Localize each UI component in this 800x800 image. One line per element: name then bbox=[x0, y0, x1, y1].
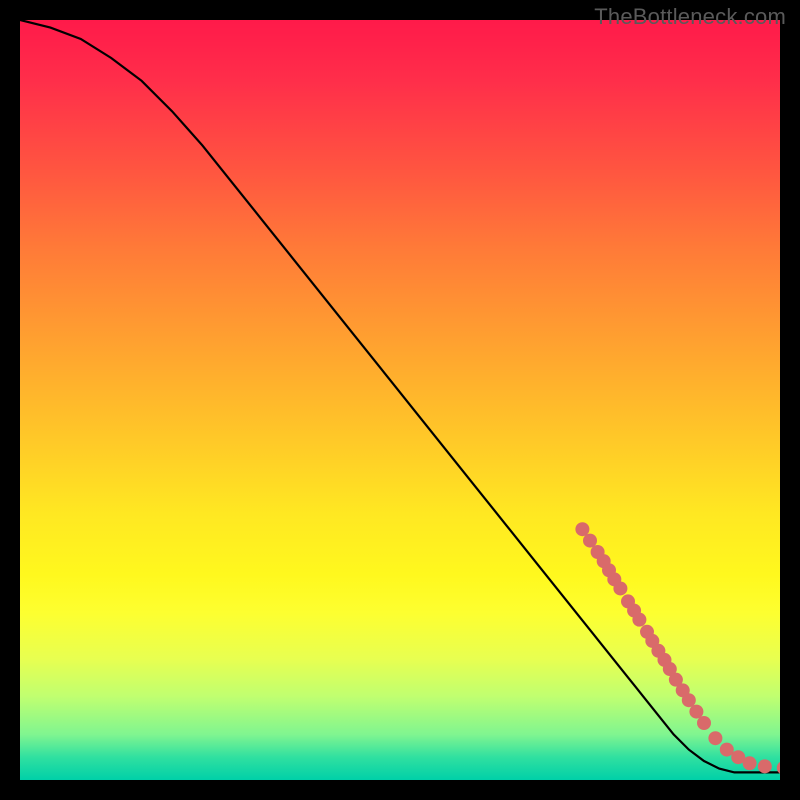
marker-dot bbox=[758, 759, 772, 773]
marker-dot bbox=[583, 534, 597, 548]
chart-plot-area bbox=[20, 20, 780, 780]
marker-dot bbox=[689, 705, 703, 719]
marker-dot bbox=[575, 522, 589, 536]
marker-dot bbox=[682, 693, 696, 707]
marker-dot bbox=[720, 743, 734, 757]
marker-dot bbox=[613, 581, 627, 595]
marker-dot bbox=[708, 731, 722, 745]
marker-dot bbox=[697, 716, 711, 730]
marker-dot bbox=[632, 613, 646, 627]
chart-overlay bbox=[20, 20, 780, 780]
marker-dot bbox=[743, 756, 757, 770]
watermark-text: TheBottleneck.com bbox=[594, 4, 786, 30]
